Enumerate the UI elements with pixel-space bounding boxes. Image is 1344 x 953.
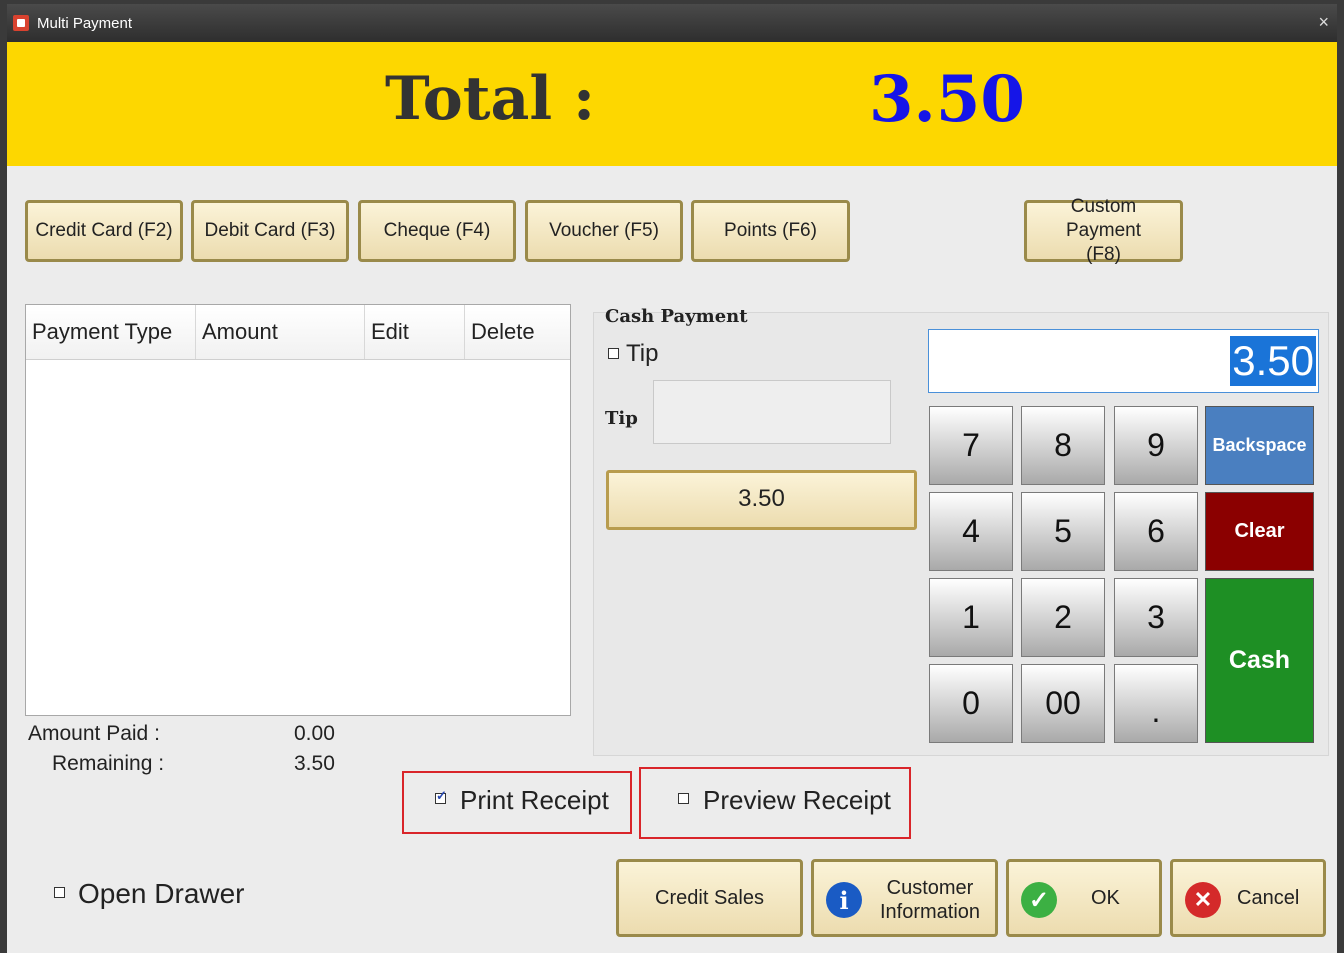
payments-grid[interactable]: Payment Type Amount Edit Delete: [25, 304, 571, 716]
tip-checkbox-label[interactable]: Tip: [626, 340, 658, 368]
key-4[interactable]: 4: [929, 492, 1013, 571]
key-2[interactable]: 2: [1021, 578, 1105, 657]
key-7[interactable]: 7: [929, 406, 1013, 485]
total-label: Total :: [385, 64, 596, 134]
column-edit[interactable]: Edit: [365, 305, 465, 359]
multi-payment-window: Multi Payment × Total : 3.50 Credit Card…: [7, 4, 1337, 953]
total-banner: Total : 3.50: [7, 42, 1337, 166]
key-6[interactable]: 6: [1114, 492, 1198, 571]
cancel-label: Cancel: [1237, 887, 1300, 909]
remaining-value: 3.50: [294, 752, 335, 775]
key-8[interactable]: 8: [1021, 406, 1105, 485]
key-3[interactable]: 3: [1114, 578, 1198, 657]
cash-button[interactable]: Cash: [1205, 578, 1314, 743]
preview-receipt-checkbox[interactable]: [678, 793, 689, 804]
clear-button[interactable]: Clear: [1205, 492, 1314, 571]
tip-checkbox[interactable]: [608, 348, 619, 359]
customer-information-line2: Information: [879, 901, 981, 923]
customer-information-button[interactable]: i Customer Information: [811, 859, 998, 937]
preview-receipt-label[interactable]: Preview Receipt: [703, 785, 891, 816]
key-00[interactable]: 00: [1021, 664, 1105, 743]
column-amount[interactable]: Amount: [196, 305, 365, 359]
info-icon: i: [826, 882, 862, 918]
cancel-button[interactable]: ✕ Cancel: [1170, 859, 1326, 937]
app-icon: [13, 15, 29, 31]
remaining-label: Remaining :: [52, 752, 165, 775]
tip-input[interactable]: [653, 380, 891, 444]
customer-information-label: Customer Information: [870, 876, 990, 924]
key-1[interactable]: 1: [929, 578, 1013, 657]
cash-payment-title: Cash Payment: [605, 306, 748, 327]
key-5[interactable]: 5: [1021, 492, 1105, 571]
close-icon[interactable]: ×: [1318, 12, 1329, 33]
key-decimal[interactable]: .: [1114, 664, 1198, 743]
backspace-button[interactable]: Backspace: [1205, 406, 1314, 485]
amount-paid-value: 0.00: [294, 722, 335, 745]
points-button[interactable]: Points (F6): [691, 200, 850, 262]
credit-card-button[interactable]: Credit Card (F2): [25, 200, 183, 262]
column-payment-type[interactable]: Payment Type: [26, 305, 196, 359]
key-9[interactable]: 9: [1114, 406, 1198, 485]
checkmark-icon: ✓: [1021, 882, 1057, 918]
column-delete[interactable]: Delete: [465, 305, 570, 359]
grid-header: Payment Type Amount Edit Delete: [26, 305, 570, 360]
title-bar: Multi Payment ×: [7, 4, 1337, 42]
open-drawer-label[interactable]: Open Drawer: [78, 878, 245, 910]
print-receipt-checkbox[interactable]: [435, 788, 447, 804]
amount-input-value: 3.50: [1230, 336, 1316, 386]
custom-payment-button[interactable]: Custom Payment (F8): [1024, 196, 1183, 265]
cheque-button[interactable]: Cheque (F4): [358, 200, 516, 262]
voucher-button[interactable]: Voucher (F5): [525, 200, 683, 262]
ok-button[interactable]: ✓ OK: [1006, 859, 1162, 937]
cancel-x-icon: ✕: [1185, 882, 1221, 918]
debit-card-button[interactable]: Debit Card (F3): [191, 200, 349, 262]
customer-information-line1: Customer: [886, 877, 974, 899]
print-receipt-label[interactable]: Print Receipt: [460, 785, 609, 816]
total-value: 3.50: [869, 62, 1025, 137]
exact-cash-button[interactable]: 3.50: [606, 470, 917, 530]
ok-label: OK: [1091, 887, 1120, 909]
window-title: Multi Payment: [37, 15, 133, 32]
tip-field-label: Tip: [605, 408, 638, 429]
credit-sales-button[interactable]: Credit Sales: [616, 859, 803, 937]
amount-input[interactable]: 3.50: [928, 329, 1319, 393]
amount-paid-label: Amount Paid :: [28, 722, 160, 745]
key-0[interactable]: 0: [929, 664, 1013, 743]
open-drawer-checkbox[interactable]: [54, 887, 65, 898]
